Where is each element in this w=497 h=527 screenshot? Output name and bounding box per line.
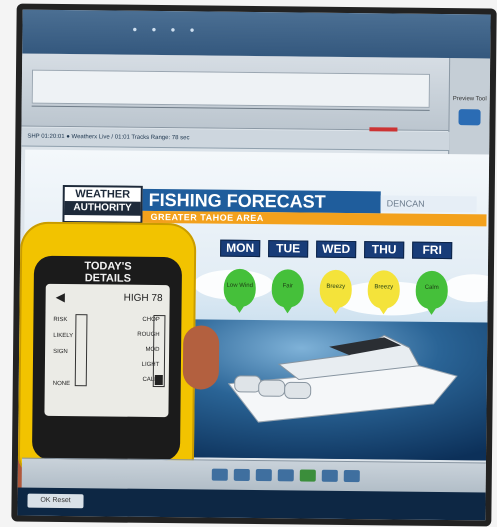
day-fri: FRI Calm [411,241,453,317]
rewind-button[interactable] [211,468,228,481]
device-display: TODAY'S DETAILS ◀ HIGH 78 RISK LIKELY SI… [44,260,170,418]
fish-tail [375,302,392,315]
logo-line2: AUTHORITY [64,201,141,216]
logo-line1: WEATHER [75,188,131,201]
fish-text: Calm [424,284,439,291]
left-meter [74,314,88,387]
fast-forward-button[interactable] [343,469,360,483]
pause-button[interactable] [277,469,294,482]
weather-authority-logo: WEATHER AUTHORITY [62,184,143,224]
monitor: ● ● ● ● Preview Tool SHP 01:20:01 ● Weat… [11,3,497,527]
high-label: HIGH [123,292,149,304]
fish-tail [279,301,296,314]
high-value: 78 [151,292,163,305]
fish-tail [327,301,344,314]
preview-button[interactable] [458,109,481,126]
bottom-strip: OK Reset [17,487,486,521]
fish-tail [423,302,440,315]
fish-text: Low Wind [226,282,253,289]
fish-text: Breezy [326,283,346,290]
fish-small-icon: ◀ [55,289,65,305]
forecast-days: MON Low Wind TUE Fair WED Breezy THU Bre… [219,239,460,333]
fish-icon: Breezy [363,264,404,316]
fish-icon: Breezy [315,264,356,316]
partner-label: DENCAN [380,195,477,213]
left-label: NONE [52,380,71,388]
reset-button[interactable]: OK Reset [27,493,84,509]
left-label: SIGN [53,348,68,356]
day-label: TUE [268,240,309,258]
fish-tail [231,300,248,313]
graphic-subtitle: GREATER TAHOE AREA [142,210,487,227]
device-title-line2: DETAILS [84,272,132,285]
day-wed: WED Breezy [315,240,357,316]
info-bar: SHP 01:20:01 ● Weatherx Live / 01:01 Tra… [21,127,450,152]
day-label: WED [316,240,357,259]
thumb [182,325,220,390]
fish-icon: Calm [411,265,452,317]
toolbar-dots: ● ● ● ● [132,24,201,35]
fish-icon: Low Wind [219,263,260,315]
right-meter-fill [154,374,163,386]
fish-text: Fair [282,283,293,290]
timeline-ruler [31,105,430,121]
day-label: FRI [412,241,453,260]
day-thu: THU Breezy [363,241,405,316]
device-screen-title: TODAY'S DETAILS [46,260,170,285]
handheld-device: TODAY'S DETAILS ◀ HIGH 78 RISK LIKELY SI… [17,221,197,478]
play-button[interactable] [299,469,316,482]
side-panel-label: Preview Tool [452,96,487,103]
side-panel: Preview Tool [448,58,491,157]
timeline-track[interactable] [31,69,431,108]
day-label: THU [364,241,405,259]
step-back-button[interactable] [233,468,250,481]
fish-text: Breezy [374,284,394,291]
left-column: RISK LIKELY SIGN NONE [53,312,74,392]
graphic-title: FISHING FORECAST [142,188,381,214]
right-meter [152,314,166,388]
device-housing: TODAY'S DETAILS ◀ HIGH 78 RISK LIKELY SI… [31,255,183,462]
editor-toolbar: ● ● ● ● [22,9,491,61]
boat-image [227,334,458,423]
day-mon: MON Low Wind [219,239,261,315]
high-temp: HIGH 78 [124,293,163,304]
day-tue: TUE Fair [267,240,309,315]
day-label: MON [220,239,261,258]
timeline-panel[interactable] [21,53,451,134]
left-label: RISK [53,316,68,324]
fish-icon: Fair [267,263,308,315]
stop-button[interactable] [255,469,272,482]
step-forward-button[interactable] [321,469,338,482]
left-label: LIKELY [53,332,74,340]
screen: ● ● ● ● Preview Tool SHP 01:20:01 ● Weat… [17,9,491,521]
